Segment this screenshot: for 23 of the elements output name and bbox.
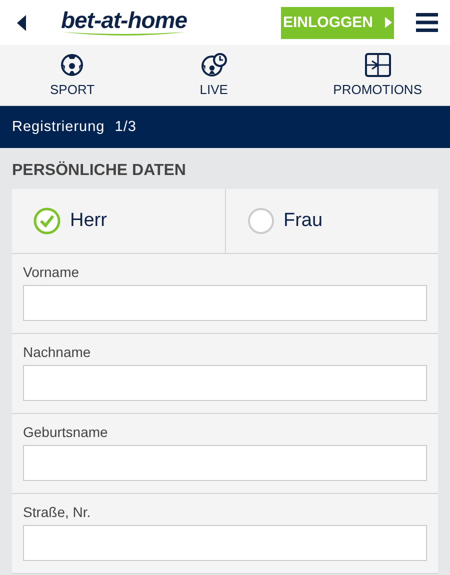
nav-tab[interactable]: LIVE xyxy=(200,45,228,105)
field-label: Nachname xyxy=(23,344,92,360)
section-title: PERSÖNLICHE DATEN xyxy=(12,160,187,181)
field-label: Geburtsname xyxy=(23,424,109,440)
menu-icon[interactable] xyxy=(416,13,438,32)
salutation-option[interactable]: Frau xyxy=(224,189,438,253)
step-counter: 1/3 xyxy=(114,119,136,135)
nav-tab[interactable]: PROMOTIONS xyxy=(333,45,422,105)
football-icon xyxy=(60,53,84,77)
input-field[interactable] xyxy=(23,365,427,401)
football-clock-icon xyxy=(200,53,227,77)
logo: bet-at-home xyxy=(60,8,188,37)
input-field[interactable] xyxy=(23,285,427,321)
caret-icon xyxy=(385,17,392,28)
salutation-option[interactable]: Herr xyxy=(12,189,224,253)
input-field[interactable] xyxy=(23,445,427,481)
input-field[interactable] xyxy=(23,525,427,561)
field-label: Straße, Nr. xyxy=(23,504,92,520)
gift-box-icon xyxy=(364,53,391,77)
step-title: Registrierung xyxy=(12,119,105,135)
back-icon[interactable] xyxy=(17,14,27,30)
nav-tab[interactable]: SPORT xyxy=(50,45,95,105)
field-label: Vorname xyxy=(23,264,80,280)
